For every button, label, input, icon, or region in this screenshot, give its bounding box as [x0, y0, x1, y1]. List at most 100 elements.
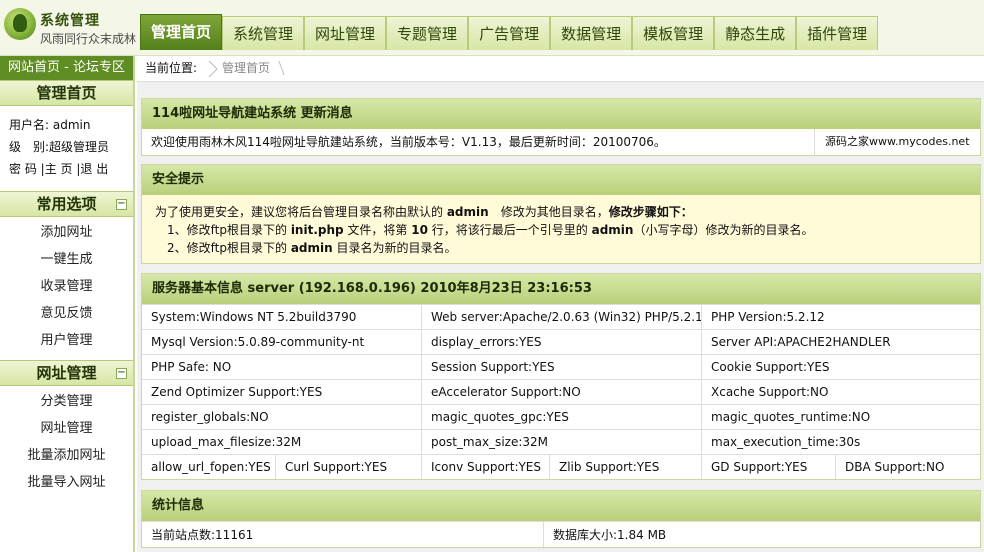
server-info-panel: 服务器基本信息 server (192.168.0.196) 2010年8月23…	[141, 273, 981, 480]
site-home-link[interactable]: 网站首页	[8, 60, 60, 75]
server-info-cell: register_globals:NO	[142, 404, 422, 429]
nav-tab-urls[interactable]: 网址管理	[304, 16, 387, 50]
sidebar-item-url-manage[interactable]: 网址管理	[0, 415, 133, 442]
breadcrumb: 当前位置: 管理首页	[137, 56, 984, 82]
nav-tab-home[interactable]: 管理首页	[140, 14, 223, 50]
server-info-title: 服务器基本信息 server (192.168.0.196) 2010年8月23…	[142, 274, 980, 304]
breadcrumb-separator-icon	[208, 60, 218, 78]
server-info-cell: display_errors:YES	[422, 329, 702, 354]
nav-tab-templates[interactable]: 模板管理	[632, 16, 715, 50]
update-news-text: 欢迎使用雨林木风114啦网址导航建站系统，当前版本号：V1.13，最后更新时间：…	[151, 135, 666, 149]
stats-grid: 当前站点数:11161 数据库大小:1.84 MB	[142, 521, 980, 547]
server-support-row: allow_url_fopen:YES Curl Support:YES Ico…	[142, 454, 980, 479]
security-line-3: 2、修改ftp根目录下的 admin 目录名为新的目录名。	[155, 239, 980, 257]
server-info-cell: Zlib Support:YES	[550, 454, 702, 479]
server-info-cell: DBA Support:NO	[836, 454, 980, 479]
text-bold: 10	[411, 223, 428, 237]
update-news-panel: 114啦网址导航建站系统 更新消息 欢迎使用雨林木风114啦网址导航建站系统，当…	[141, 98, 981, 156]
sidebar-item-add-url[interactable]: 添加网址	[0, 219, 133, 246]
sidebar-home-title[interactable]: 管理首页	[0, 80, 133, 106]
sidebar-item-one-click-generate[interactable]: 一键生成	[0, 246, 133, 273]
security-line-1: 为了使用更安全，建议您将后台管理目录名称由默认的 admin 修改为其他目录名，…	[155, 203, 980, 221]
sidebar-item-inclusion[interactable]: 收录管理	[0, 273, 133, 300]
sidebar-item-feedback[interactable]: 意见反馈	[0, 300, 133, 327]
breadcrumb-current[interactable]: 管理首页	[222, 56, 270, 81]
server-info-cell: Session Support:YES	[422, 354, 702, 379]
top-nav: 管理首页 系统管理 网址管理 专题管理 广告管理 数据管理 模板管理 静态生成 …	[140, 14, 879, 50]
server-info-cell: PHP Safe: NO	[142, 354, 422, 379]
user-info: 用户名: admin 级 别:超级管理员 密 码 |主 页 |退 出	[0, 106, 133, 191]
news-source-link[interactable]: 源码之家www.mycodes.net	[814, 129, 981, 155]
server-info-cell: magic_quotes_gpc:YES	[422, 404, 702, 429]
stats-title: 统计信息	[142, 491, 980, 521]
server-info-grid: System:Windows NT 5.2build3790 Web serve…	[142, 304, 980, 454]
stats-body: 当前站点数:11161 数据库大小:1.84 MB	[142, 521, 980, 547]
server-info-cell: eAccelerator Support:NO	[422, 379, 702, 404]
forum-link[interactable]: 论坛专区	[73, 60, 125, 75]
section-common-list: 添加网址 一键生成 收录管理 意见反馈 用户管理	[0, 217, 133, 360]
section-common-title[interactable]: 常用选项 −	[0, 191, 133, 217]
sidebar-item-categories[interactable]: 分类管理	[0, 388, 133, 415]
nav-tab-data[interactable]: 数据管理	[550, 16, 633, 50]
server-info-cell: Mysql Version:5.0.89-community-nt	[142, 329, 422, 354]
security-line-2: 1、修改ftp根目录下的 init.php 文件，将第 10 行，将该行最后一个…	[155, 221, 980, 239]
logo-leaf-icon	[4, 8, 36, 40]
sidebar-top-links: 网站首页 - 论坛专区	[0, 56, 133, 80]
nav-tab-static[interactable]: 静态生成	[714, 16, 797, 50]
text: 为了使用更安全，建议您将后台管理目录名称由默认的	[155, 205, 447, 219]
sidebar-item-batch-import[interactable]: 批量导入网址	[0, 469, 133, 496]
header: 系统管理 风雨同行众末成林 管理首页 系统管理 网址管理 专题管理 广告管理 数…	[0, 0, 984, 56]
collapse-icon[interactable]: −	[116, 199, 127, 210]
server-info-cell: upload_max_filesize:32M	[142, 429, 422, 454]
logo-title: 系统管理	[40, 13, 100, 29]
server-info-cell: GD Support:YES	[702, 454, 836, 479]
breadcrumb-label: 当前位置:	[145, 61, 198, 75]
database-size: 数据库大小:1.84 MB	[544, 521, 980, 547]
nav-tab-plugins[interactable]: 插件管理	[796, 16, 879, 50]
level-label: 级 别:	[9, 140, 50, 154]
text-bold: admin	[290, 241, 333, 255]
nav-tab-ads[interactable]: 广告管理	[468, 16, 551, 50]
text-bold: init.php	[290, 223, 344, 237]
server-info-cell: Iconv Support:YES	[422, 454, 550, 479]
section-urls-list: 分类管理 网址管理 批量添加网址 批量导入网址	[0, 386, 133, 502]
server-info-cell: PHP Version:5.2.12	[702, 304, 980, 329]
server-info-cell: Cookie Support:YES	[702, 354, 980, 379]
username-label: 用户名:	[9, 118, 50, 132]
main-content: 当前位置: 管理首页 114啦网址导航建站系统 更新消息 欢迎使用雨林木风114…	[137, 56, 984, 552]
nav-tab-system[interactable]: 系统管理	[222, 16, 305, 50]
server-info-cell: post_max_size:32M	[422, 429, 702, 454]
server-info-cell: Server API:APACHE2HANDLER	[702, 329, 980, 354]
text: 文件，将第	[343, 223, 412, 237]
text: 修改为其他目录名，	[488, 205, 609, 219]
nav-tab-topics[interactable]: 专题管理	[386, 16, 469, 50]
username-value: admin	[52, 118, 91, 132]
server-info-cell: Curl Support:YES	[276, 454, 422, 479]
sidebar: 网站首页 - 论坛专区 管理首页 用户名: admin 级 别:超级管理员 密 …	[0, 56, 135, 552]
collapse-icon[interactable]: −	[116, 368, 127, 379]
server-info-cell: max_execution_time:30s	[702, 429, 980, 454]
security-title: 安全提示	[142, 165, 980, 195]
section-urls-label: 网址管理	[36, 364, 97, 382]
server-info-cell: Xcache Support:NO	[702, 379, 980, 404]
homepage-link[interactable]: |主 页	[41, 162, 73, 176]
logo: 系统管理 风雨同行众末成林	[2, 4, 136, 46]
password-link[interactable]: 密 码	[9, 162, 37, 176]
site-count: 当前站点数:11161	[142, 521, 544, 547]
text: 行，将该行最后一个引号里的	[427, 223, 592, 237]
security-panel: 安全提示 为了使用更安全，建议您将后台管理目录名称由默认的 admin 修改为其…	[141, 164, 981, 264]
sidebar-item-batch-add[interactable]: 批量添加网址	[0, 442, 133, 469]
section-urls-title[interactable]: 网址管理 −	[0, 360, 133, 386]
stats-panel: 统计信息 当前站点数:11161 数据库大小:1.84 MB	[141, 490, 981, 548]
server-info-cell: magic_quotes_runtime:NO	[702, 404, 980, 429]
update-news-body: 欢迎使用雨林木风114啦网址导航建站系统，当前版本号：V1.13，最后更新时间：…	[142, 129, 980, 155]
text: 1、修改ftp根目录下的	[167, 223, 291, 237]
logout-link[interactable]: |退 出	[76, 162, 108, 176]
text: 目录名为新的目录名。	[332, 241, 457, 255]
server-info-cell: Web server:Apache/2.0.63 (Win32) PHP/5.2…	[422, 304, 702, 329]
text-bold: admin	[591, 223, 634, 237]
sidebar-item-users[interactable]: 用户管理	[0, 327, 133, 354]
section-common-label: 常用选项	[36, 195, 97, 213]
text-bold: 修改步骤如下：	[608, 205, 693, 219]
server-info-cell: Zend Optimizer Support:YES	[142, 379, 422, 404]
